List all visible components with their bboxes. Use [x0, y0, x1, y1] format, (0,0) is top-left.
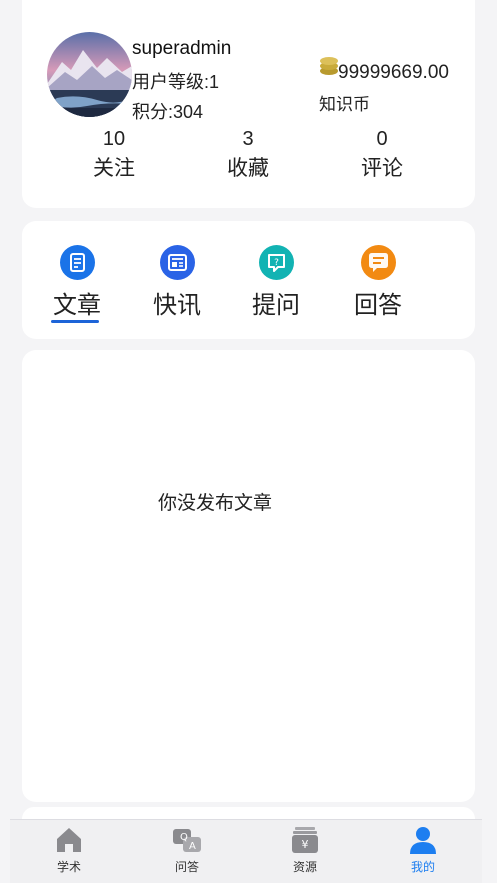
article-icon [59, 245, 95, 280]
coin-stack-icon [319, 55, 339, 77]
tab-answer-label: 回答 [354, 292, 402, 319]
profile-card: superadmin 用户等级:1 积分:304 99999669.00 知识币… [22, 0, 475, 208]
empty-message: 你没发布文章 [158, 493, 273, 514]
user-level: 用户等级:1 [132, 72, 220, 92]
stat-follow[interactable]: 10 关注 [64, 126, 164, 186]
stat-favorites-count: 3 [242, 128, 254, 150]
tab-news-label: 快讯 [153, 292, 201, 319]
nav-me-label: 我的 [410, 860, 435, 874]
stat-comments-label: 评论 [361, 157, 403, 180]
qa-icon: Q A [171, 824, 203, 856]
nav-qa-label: 问答 [174, 860, 199, 874]
nav-home[interactable]: 学术 [10, 820, 128, 883]
tab-article[interactable]: 文章 [27, 245, 127, 322]
nav-qa[interactable]: Q A 问答 [128, 820, 246, 883]
coin-amount: 99999669.00 [338, 62, 449, 83]
bottom-navigation: 学术 Q A 问答 ¥ 资源 我的 [10, 819, 482, 883]
svg-text:Q: Q [180, 832, 188, 843]
tab-answer[interactable]: 回答 [328, 245, 428, 322]
svg-text:?: ? [274, 258, 279, 268]
stat-favorites-label: 收藏 [227, 157, 269, 180]
avatar[interactable] [47, 32, 132, 117]
content-panel: 你没发布文章 [22, 350, 475, 802]
nav-resources[interactable]: ¥ 资源 [246, 820, 364, 883]
content-tabs: 文章 快讯 ? 提问 回答 [22, 221, 475, 339]
user-icon [407, 824, 439, 856]
nav-resources-label: 资源 [292, 860, 317, 874]
nav-home-label: 学术 [56, 860, 81, 874]
avatar-mountain-image [47, 32, 132, 117]
news-icon [159, 245, 195, 280]
tab-news[interactable]: 快讯 [127, 245, 227, 322]
stat-favorites[interactable]: 3 收藏 [198, 126, 298, 186]
answer-icon [360, 245, 396, 280]
nav-me[interactable]: 我的 [364, 820, 482, 883]
user-points: 积分:304 [132, 102, 204, 122]
resource-icon: ¥ [289, 824, 321, 856]
home-icon [53, 824, 85, 856]
stat-follow-count: 10 [102, 128, 126, 150]
stat-comments[interactable]: 0 评论 [332, 126, 432, 186]
active-tab-indicator [51, 320, 99, 323]
profile-page: superadmin 用户等级:1 积分:304 99999669.00 知识币… [0, 0, 497, 883]
svg-text:¥: ¥ [302, 838, 309, 851]
tab-question-label: 提问 [252, 292, 300, 319]
question-icon: ? [258, 245, 294, 280]
username: superadmin [132, 38, 232, 59]
tab-article-label: 文章 [53, 292, 101, 319]
stat-comments-count: 0 [376, 128, 388, 150]
coin-label: 知识币 [319, 95, 370, 114]
svg-text:A: A [189, 841, 196, 852]
tab-question[interactable]: ? 提问 [226, 245, 326, 322]
stat-follow-label: 关注 [93, 157, 135, 180]
